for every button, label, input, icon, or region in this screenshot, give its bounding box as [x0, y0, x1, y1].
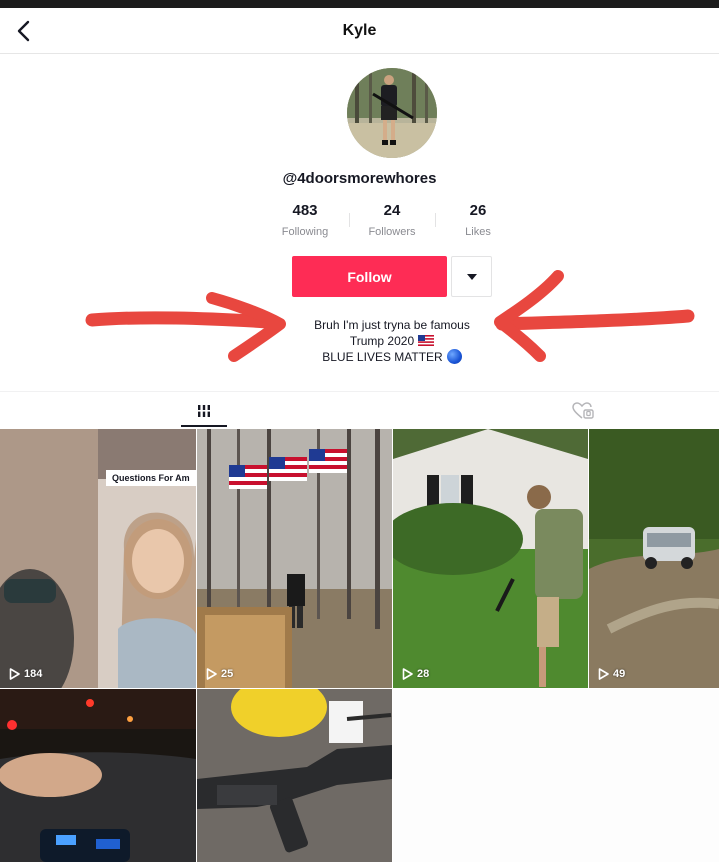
video-thumbnail-image — [197, 429, 392, 688]
avatar[interactable] — [347, 68, 437, 158]
caret-down-icon — [466, 273, 477, 280]
bio-line-with-flag: Trump 2020 — [250, 333, 534, 349]
bio-line: Bruh I'm just tryna be famous — [314, 318, 470, 332]
grid-icon — [197, 405, 211, 417]
followers-count: 24 — [383, 202, 401, 219]
video-grid: Questions For Am 184 25 28 49 — [0, 429, 719, 862]
bio-line: BLUE LIVES MATTER — [322, 350, 443, 364]
top-bar: Kyle — [0, 8, 719, 54]
bio-line-with-dot: BLUE LIVES MATTER — [250, 349, 534, 365]
stat-followers[interactable]: 24 Followers — [342, 202, 442, 238]
status-bar — [0, 0, 719, 8]
view-count-text: 28 — [417, 668, 430, 680]
avatar-photo — [347, 68, 437, 158]
bio: Bruh I'm just tryna be famous Trump 2020… — [250, 317, 534, 365]
tab-active-indicator — [181, 425, 227, 427]
username: @4doorsmorewhores — [282, 170, 437, 187]
video-thumbnail-image — [0, 429, 196, 688]
video-thumbnail-image — [0, 689, 196, 862]
video-caption: Questions For Am — [112, 473, 190, 483]
followers-label: Followers — [368, 226, 416, 238]
page-title: Kyle — [342, 22, 377, 39]
liked-heart-icon — [572, 402, 594, 419]
likes-count: 26 — [469, 202, 487, 219]
suggested-accounts-button[interactable] — [451, 256, 492, 297]
video-thumbnail-placeholder — [393, 689, 719, 862]
tab-liked[interactable] — [560, 392, 606, 430]
bio-line: Trump 2020 — [349, 334, 415, 348]
view-count-text: 25 — [221, 668, 234, 680]
video-thumbnail[interactable]: 49 — [589, 429, 719, 688]
video-thumbnail-image — [197, 689, 392, 862]
video-thumbnail[interactable] — [197, 689, 392, 862]
play-icon — [9, 668, 20, 680]
follow-button[interactable]: Follow — [292, 256, 447, 297]
play-icon — [598, 668, 609, 680]
video-thumbnail[interactable]: Questions For Am 184 — [0, 429, 196, 688]
video-thumbnail[interactable]: 25 — [197, 429, 392, 688]
profile-tabs — [0, 391, 719, 429]
blue-circle-icon — [446, 349, 462, 364]
likes-label: Likes — [465, 226, 491, 238]
video-thumbnail[interactable]: 28 — [393, 429, 588, 688]
view-count: 25 — [206, 668, 233, 680]
following-count: 483 — [292, 202, 318, 219]
view-count-text: 49 — [613, 668, 626, 680]
view-count: 184 — [9, 668, 42, 680]
stat-likes[interactable]: 26 Likes — [428, 202, 528, 238]
video-thumbnail-image — [393, 429, 588, 688]
video-thumbnail[interactable] — [0, 689, 196, 862]
view-count: 28 — [402, 668, 429, 680]
us-flag-icon — [418, 335, 435, 346]
view-count: 49 — [598, 668, 625, 680]
stat-following[interactable]: 483 Following — [255, 202, 355, 238]
view-count-text: 184 — [24, 668, 43, 680]
play-icon — [206, 668, 217, 680]
play-icon — [402, 668, 413, 680]
following-label: Following — [281, 226, 329, 238]
video-thumbnail-image — [589, 429, 719, 688]
